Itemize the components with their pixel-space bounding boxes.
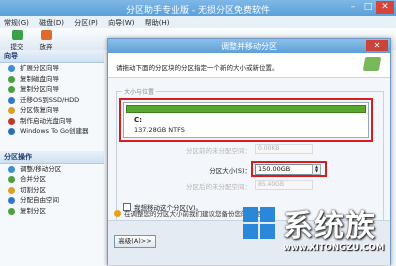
window-controls: – □ ✕	[345, 1, 394, 14]
sidebar: 向导 扩展分区向导 复制磁盘向导 复制分区向导 迁移OS到SSD/HDD 分区恢…	[0, 50, 105, 266]
merge-icon	[8, 176, 15, 183]
warning-icon	[114, 210, 121, 217]
highlight-size-field	[251, 161, 327, 177]
commit-icon	[11, 30, 23, 40]
dialog-title: 调整并移动分区	[221, 42, 277, 51]
dialog-instruction: 请拖动下面的分区块的分区指定一个新的大小或新位置。	[116, 64, 279, 72]
unallocated-before-row: 分区前的未分配空间： 0.00KB	[117, 144, 377, 155]
app-title-bar: 分区助手专业版 - 无损分区免费软件 – □ ✕	[0, 0, 396, 16]
resize-icon	[8, 165, 15, 173]
sidebar-item-label: 分区恢复向导	[20, 106, 59, 114]
sidebar-item-split[interactable]: 切割分区	[0, 185, 104, 196]
unallocated-after-field[interactable]: 85.40GB	[255, 180, 313, 190]
dialog-close-button[interactable]: ✕	[366, 40, 388, 51]
sidebar-item-label: 制作启动光盘向导	[20, 116, 72, 125]
menu-general[interactable]: 常规(G)	[0, 16, 33, 28]
allocate-icon	[8, 197, 15, 204]
sidebar-item-label: 扩展分区向导	[20, 64, 59, 72]
copy-disk-icon	[8, 75, 15, 83]
sidebar-item-merge[interactable]: 合并分区	[0, 174, 104, 185]
copy-partition-icon	[8, 86, 15, 93]
app-title: 分区助手专业版 - 无损分区免费软件	[126, 6, 270, 16]
sidebar-item-copy-partition-op[interactable]: 复制分区	[0, 206, 104, 217]
sidebar-item-label: 复制分区	[20, 206, 46, 215]
recovery-icon	[8, 107, 15, 114]
wizard-section-title: 向导	[0, 50, 104, 63]
wizard-icon	[8, 65, 15, 72]
sidebar-item-label: 切割分区	[20, 185, 46, 194]
sidebar-item-resize-move[interactable]: 调整/移动分区	[0, 164, 104, 175]
sidebar-item-label: 迁移OS到SSD/HDD	[20, 95, 80, 104]
sidebar-item-label: 合并分区	[20, 175, 46, 183]
menu-help[interactable]: 帮助(H)	[141, 16, 174, 28]
watermark-url: www.XITONGZU.COM	[283, 243, 385, 253]
unallocated-after-row: 分区后的未分配空间： 85.40GB	[117, 180, 377, 191]
menu-wizard[interactable]: 向导(W)	[104, 16, 138, 28]
group-label: 大小与位置	[122, 87, 157, 96]
windows-logo-icon	[243, 207, 277, 241]
close-button[interactable]: ✕	[376, 1, 394, 14]
watermark-text: 系统族	[283, 209, 376, 244]
sidebar-item-label: Windows To Go创建器	[20, 127, 89, 135]
sidebar-item-windows-to-go[interactable]: Windows To Go创建器	[0, 126, 104, 137]
partition-icon	[362, 57, 382, 71]
menu-disk[interactable]: 磁盘(D)	[35, 16, 68, 28]
windows-icon	[8, 128, 15, 135]
highlight-partition-block	[119, 98, 373, 142]
discard-icon	[40, 30, 52, 40]
boot-disc-icon	[8, 117, 15, 125]
maximize-button[interactable]: □	[361, 1, 375, 14]
ops-section-title: 分区操作	[0, 150, 104, 164]
discard-button[interactable]: 放弃	[32, 30, 60, 51]
copy-icon	[8, 207, 15, 215]
advanced-button[interactable]: 高级(A)>>	[114, 235, 156, 248]
sidebar-item-migrate-os[interactable]: 迁移OS到SSD/HDD	[0, 95, 104, 106]
sidebar-item-label: 分配自由空间	[20, 196, 59, 204]
site-watermark: 系统族 www.XITONGZU.COM	[243, 193, 393, 263]
sidebar-item-label: 复制分区向导	[20, 85, 59, 93]
sidebar-item-copy-disk[interactable]: 复制磁盘向导	[0, 74, 104, 85]
sidebar-item-partition-recovery[interactable]: 分区恢复向导	[0, 105, 104, 116]
sidebar-item-boot-disc[interactable]: 制作启动光盘向导	[0, 116, 104, 127]
field-label: 分区前的未分配空间：	[186, 147, 251, 155]
commit-button[interactable]: 提交	[3, 30, 31, 51]
sidebar-item-allocate-space[interactable]: 分配自由空间	[0, 195, 104, 206]
minimize-button[interactable]: –	[346, 1, 360, 14]
unallocated-before-field[interactable]: 0.00KB	[255, 144, 313, 154]
dialog-title-bar: 调整并移动分区 ✕	[108, 39, 390, 53]
menu-partition[interactable]: 分区(P)	[70, 16, 102, 28]
field-label: 分区大小(S)：	[209, 167, 251, 175]
menu-bar: 常规(G) 磁盘(D) 分区(P) 向导(W) 帮助(H)	[0, 16, 396, 28]
sidebar-item-copy-partition[interactable]: 复制分区向导	[0, 84, 104, 95]
sidebar-item-label: 调整/移动分区	[20, 164, 62, 173]
migrate-icon	[8, 96, 15, 104]
split-icon	[8, 186, 15, 194]
dialog-instruction-area: 请拖动下面的分区块的分区指定一个新的大小或新位置。	[108, 53, 390, 78]
sidebar-item-label: 复制磁盘向导	[20, 74, 59, 83]
sidebar-item-extend-wizard[interactable]: 扩展分区向导	[0, 63, 104, 74]
partition-size-row: 分区大小(S)： 150.00GB ▲ ▼	[117, 164, 377, 175]
field-label: 分区后的未分配空间：	[186, 183, 251, 191]
